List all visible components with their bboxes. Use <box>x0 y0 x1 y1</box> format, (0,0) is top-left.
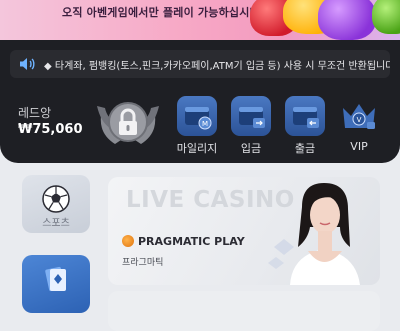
soccer-ball-icon <box>42 185 70 213</box>
dealer-portrait-icon <box>268 183 360 285</box>
mileage-label: 마일리지 <box>176 142 218 155</box>
wallet-deposit-icon <box>231 96 271 136</box>
promo-banner[interactable]: 오직 아벤게임에서만 플레이 가능하십시다. <box>0 0 400 44</box>
pragmatic-logo-icon <box>122 235 134 247</box>
category-cards[interactable] <box>22 255 90 313</box>
gummy-bear-green <box>372 0 400 34</box>
category-sports-label: 스포츠 <box>42 218 70 229</box>
deposit-button[interactable]: 입금 <box>224 96 278 156</box>
wallet-withdraw-icon <box>285 96 325 136</box>
deposit-label: 입금 <box>240 142 262 155</box>
account-panel: ◆ 타계좌, 펌뱅킹(토스,핀크,카카오페이,ATM기 입금 등) 사용 시 무… <box>0 40 400 163</box>
vip-button[interactable]: V VIP <box>332 96 386 153</box>
notice-text: ◆ 타계좌, 펌뱅킹(토스,핀크,카카오페이,ATM기 입금 등) 사용 시 무… <box>44 61 390 72</box>
category-sports[interactable]: 스포츠 <box>22 175 90 233</box>
wallet-mileage-icon: M <box>177 96 217 136</box>
main-content: 스포츠 LIVE CASINO PRAGMATIC PLAY 프라그마틱 <box>0 163 400 331</box>
gummy-bear-purple <box>318 0 376 40</box>
mileage-button[interactable]: M 마일리지 <box>170 96 224 156</box>
cards-icon <box>45 266 66 292</box>
svg-text:V: V <box>357 116 362 124</box>
provider-subtitle: 프라그마틱 <box>122 258 164 268</box>
balance-amount: ₩75,060 <box>18 122 83 137</box>
username: 레드앙 <box>18 106 52 120</box>
withdraw-label: 출금 <box>294 142 316 155</box>
svg-text:M: M <box>202 120 208 128</box>
provider-name: PRAGMATIC PLAY <box>122 235 245 248</box>
live-casino-card[interactable]: LIVE CASINO PRAGMATIC PLAY 프라그마틱 <box>108 177 380 285</box>
vip-label: VIP <box>350 140 368 153</box>
speaker-icon <box>20 58 35 70</box>
notice-ticker: ◆ 타계좌, 펌뱅킹(토스,핀크,카카오페이,ATM기 입금 등) 사용 시 무… <box>10 50 390 78</box>
level-lock-badge-icon[interactable] <box>95 94 161 156</box>
game-card-next[interactable] <box>108 291 380 331</box>
promo-banner-text: 오직 아벤게임에서만 플레이 가능하십시다. <box>62 6 265 19</box>
crown-icon: V <box>339 96 379 136</box>
withdraw-button[interactable]: 출금 <box>278 96 332 156</box>
